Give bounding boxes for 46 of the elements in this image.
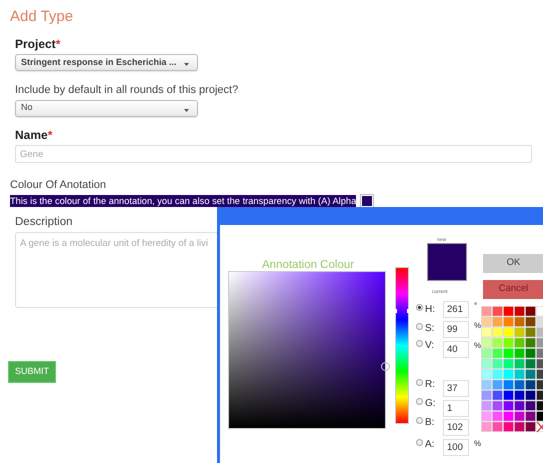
channel-label: S: <box>425 322 434 336</box>
slider-thumb[interactable] <box>394 309 410 314</box>
radio-button[interactable] <box>416 417 423 424</box>
radio-button[interactable] <box>416 398 423 405</box>
channel-label: V: <box>425 339 434 353</box>
channel-field[interactable]: 40 <box>443 341 469 358</box>
name-field[interactable]: Gene <box>15 145 532 163</box>
unit-label: ° <box>474 300 478 312</box>
colour-palette[interactable] <box>481 306 543 433</box>
channel-label: B: <box>425 416 434 430</box>
channel-field[interactable]: 1 <box>443 400 469 417</box>
channel-field[interactable]: 37 <box>443 380 469 397</box>
caret-icon <box>184 108 189 112</box>
field-label: Name <box>15 128 48 142</box>
channel-field[interactable]: 100 <box>443 439 469 456</box>
page-title: Add Type <box>10 7 74 27</box>
field-label: Project <box>15 36 56 50</box>
channel-field[interactable]: 261 <box>443 301 469 318</box>
picker-title: Annotation Colour <box>262 258 354 273</box>
radio-button[interactable] <box>416 439 423 446</box>
channel-field[interactable]: 99 <box>443 321 469 338</box>
radio-button[interactable] <box>416 323 423 330</box>
colour-hint: This is the colour of the annotation, you can also set the transparency with (A) Alpha <box>10 194 356 206</box>
unit-label: % <box>474 320 482 332</box>
unit-label: % <box>474 438 482 450</box>
channel-label: G: <box>425 397 436 411</box>
hue-slider[interactable] <box>395 267 409 424</box>
ok-button[interactable]: OK <box>483 254 543 273</box>
project-select[interactable]: Stringent response in Escherichia ... <box>15 54 198 71</box>
channel-field[interactable]: 102 <box>443 419 469 436</box>
radio-button[interactable] <box>416 304 423 311</box>
radio-button[interactable] <box>416 379 423 386</box>
caret-icon <box>184 63 189 66</box>
channel-label: R: <box>425 378 435 392</box>
colour-swatch[interactable] <box>360 194 374 208</box>
field-label: Colour Of Anotation <box>10 178 106 193</box>
field-label: Description <box>15 214 73 230</box>
required-asterisk: * <box>48 128 52 142</box>
field-label: Include by default in all rounds of this project? <box>15 83 238 98</box>
required-asterisk: * <box>56 36 60 50</box>
channel-label: A: <box>425 438 434 452</box>
channel-label: H: <box>425 303 435 317</box>
picker-marker[interactable] <box>381 362 390 371</box>
unit-label: % <box>474 340 482 352</box>
radio-button[interactable] <box>416 340 423 347</box>
default-select[interactable]: No <box>15 100 198 116</box>
